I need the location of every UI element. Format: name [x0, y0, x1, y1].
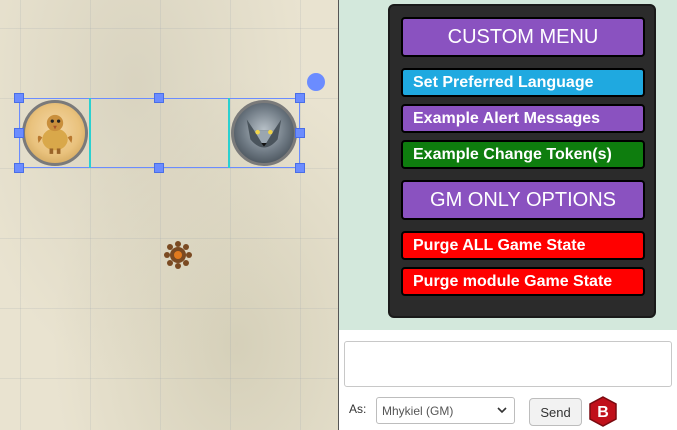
custom-menu-header: CUSTOM MENU [401, 17, 645, 57]
map-canvas[interactable] [0, 0, 338, 430]
bird-token[interactable] [22, 100, 88, 166]
gear-creature-icon[interactable] [163, 240, 193, 270]
chevron-down-icon [497, 407, 507, 414]
example-alert-messages-button[interactable]: Example Alert Messages [401, 104, 645, 133]
resize-handle-top-right[interactable] [295, 93, 305, 103]
purge-all-game-state-button[interactable]: Purge ALL Game State [401, 231, 645, 260]
selection-divider [89, 98, 91, 168]
wolf-token[interactable] [231, 100, 297, 166]
rotate-handle[interactable] [307, 73, 325, 91]
send-button[interactable]: Send [529, 398, 582, 426]
resize-handle-bottom[interactable] [154, 163, 164, 173]
resize-handle-left[interactable] [14, 128, 24, 138]
resize-handle-top[interactable] [154, 93, 164, 103]
chat-panel: CUSTOM MENU Set Preferred Language Examp… [339, 0, 677, 430]
b-badge-letter: B [597, 404, 609, 421]
resize-handle-right[interactable] [295, 128, 305, 138]
b-badge-icon[interactable]: B [588, 396, 618, 427]
set-preferred-language-button[interactable]: Set Preferred Language [401, 68, 645, 97]
as-label: As: [349, 402, 367, 416]
chat-input[interactable] [344, 341, 672, 387]
custom-menu: CUSTOM MENU Set Preferred Language Examp… [388, 4, 656, 318]
bird-creature-icon [37, 114, 73, 154]
resize-handle-bottom-left[interactable] [14, 163, 24, 173]
selection-divider [228, 98, 230, 168]
chat-log: CUSTOM MENU Set Preferred Language Examp… [339, 0, 677, 330]
resize-handle-bottom-right[interactable] [295, 163, 305, 173]
wolf-creature-icon [246, 119, 282, 148]
purge-module-game-state-button[interactable]: Purge module Game State [401, 267, 645, 296]
example-change-tokens-button[interactable]: Example Change Token(s) [401, 140, 645, 169]
speaking-as-value: Mhykiel (GM) [382, 403, 454, 418]
speaking-as-select[interactable]: Mhykiel (GM) [376, 397, 515, 424]
gm-only-options-header: GM ONLY OPTIONS [401, 180, 645, 220]
resize-handle-top-left[interactable] [14, 93, 24, 103]
